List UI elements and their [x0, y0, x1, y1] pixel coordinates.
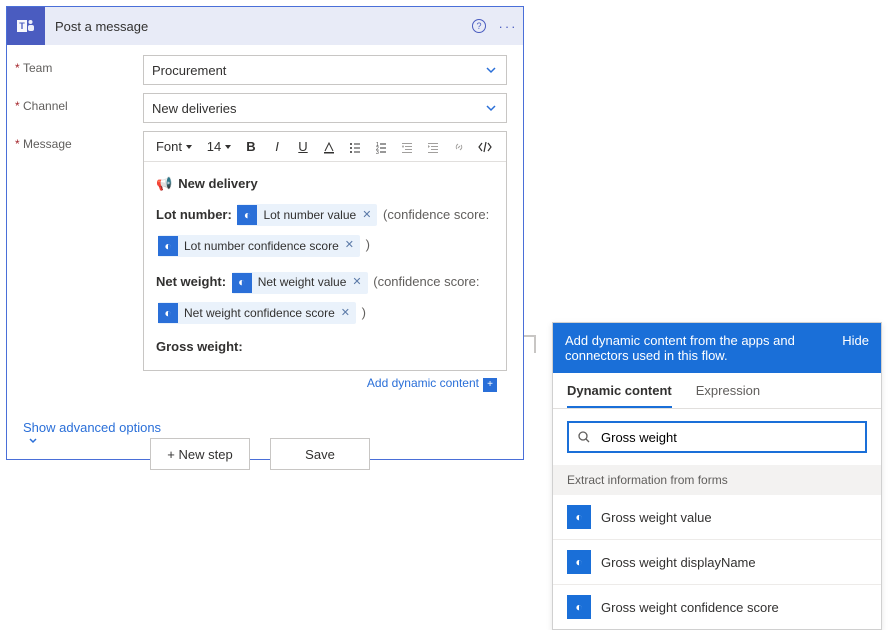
channel-dropdown[interactable]: New deliveries — [143, 93, 507, 123]
ai-builder-icon: ◐ — [158, 303, 178, 323]
message-title: New delivery — [178, 172, 258, 197]
dynamic-item-label: Gross weight confidence score — [601, 600, 779, 615]
token-lot-conf[interactable]: ◐Lot number confidence score✕ — [158, 235, 360, 257]
token-remove-icon[interactable]: ✕ — [345, 235, 354, 256]
token-net-conf[interactable]: ◐Net weight confidence score✕ — [158, 302, 356, 324]
ai-builder-icon: ◐ — [232, 273, 252, 293]
add-dynamic-content-link[interactable]: Add dynamic content+ — [367, 376, 497, 390]
chevron-down-icon — [484, 63, 498, 77]
ai-builder-icon: ◐ — [567, 550, 591, 574]
team-label: Team — [23, 55, 143, 75]
footer-buttons: + New step Save — [150, 438, 370, 470]
bullets-button[interactable] — [344, 136, 366, 158]
conf-text: (confidence score: — [373, 274, 479, 289]
new-step-button[interactable]: + New step — [150, 438, 250, 470]
dynamic-item-label: Gross weight displayName — [601, 555, 756, 570]
lot-label: Lot number: — [156, 207, 232, 222]
indent-button[interactable] — [422, 136, 444, 158]
channel-value: New deliveries — [152, 101, 237, 116]
outdent-button[interactable] — [396, 136, 418, 158]
panel-header: Add dynamic content from the apps and co… — [553, 323, 881, 373]
search-icon — [577, 430, 591, 444]
category-header: Extract information from forms — [553, 465, 881, 495]
italic-button[interactable]: I — [266, 136, 288, 158]
link-button[interactable] — [448, 136, 470, 158]
ai-builder-icon: ◐ — [567, 595, 591, 619]
tab-expression[interactable]: Expression — [696, 383, 760, 408]
message-label: Message — [23, 131, 143, 151]
dynamic-item-label: Gross weight value — [601, 510, 712, 525]
svg-text:?: ? — [476, 21, 481, 31]
hide-link[interactable]: Hide — [842, 333, 869, 363]
chevron-down-icon — [484, 101, 498, 115]
add-dynamic-badge-icon: + — [483, 378, 497, 392]
ai-builder-icon: ◐ — [158, 236, 178, 256]
conf-close: ) — [366, 237, 370, 252]
font-size-select[interactable]: 14 — [204, 136, 236, 158]
connector-line — [534, 335, 536, 353]
channel-label: Channel — [23, 93, 143, 113]
color-button[interactable] — [318, 136, 340, 158]
underline-button[interactable]: U — [292, 136, 314, 158]
font-select[interactable]: Font — [150, 136, 200, 158]
editor-toolbar: Font 14 B I U 123 — [144, 132, 506, 162]
action-card: T Post a message ? ··· Team Procurement … — [6, 6, 524, 460]
tab-dynamic-content[interactable]: Dynamic content — [567, 383, 672, 408]
svg-text:3: 3 — [376, 150, 379, 154]
ai-builder-icon: ◐ — [237, 205, 257, 225]
bold-button[interactable]: B — [240, 136, 262, 158]
megaphone-icon: 📢 — [156, 172, 172, 197]
conf-close: ) — [362, 305, 366, 320]
token-net-value[interactable]: ◐Net weight value✕ — [232, 272, 368, 294]
net-label: Net weight: — [156, 274, 226, 289]
help-icon[interactable]: ? — [471, 18, 493, 34]
search-input[interactable] — [599, 429, 857, 446]
card-title: Post a message — [45, 19, 471, 34]
message-editor: Font 14 B I U 123 📢New deli — [143, 131, 507, 371]
editor-content[interactable]: 📢New delivery Lot number: ◐Lot number va… — [144, 162, 506, 370]
svg-text:T: T — [19, 21, 25, 31]
token-remove-icon[interactable]: ✕ — [362, 205, 371, 226]
token-remove-icon[interactable]: ✕ — [341, 303, 350, 324]
dynamic-item[interactable]: ◐ Gross weight value — [553, 495, 881, 540]
search-box — [567, 421, 867, 453]
team-value: Procurement — [152, 63, 226, 78]
token-remove-icon[interactable]: ✕ — [352, 272, 361, 293]
card-header: T Post a message ? ··· — [7, 7, 523, 45]
team-dropdown[interactable]: Procurement — [143, 55, 507, 85]
dynamic-item[interactable]: ◐ Gross weight displayName — [553, 540, 881, 585]
dynamic-content-panel: Add dynamic content from the apps and co… — [552, 322, 882, 630]
card-body: Team Procurement Channel New deliveries … — [7, 45, 523, 414]
more-icon[interactable]: ··· — [493, 19, 523, 34]
gross-label: Gross weight: — [156, 339, 243, 354]
teams-icon: T — [7, 7, 45, 45]
numbers-button[interactable]: 123 — [370, 136, 392, 158]
save-button[interactable]: Save — [270, 438, 370, 470]
conf-text: (confidence score: — [383, 207, 489, 222]
ai-builder-icon: ◐ — [567, 505, 591, 529]
dynamic-item[interactable]: ◐ Gross weight confidence score — [553, 585, 881, 629]
panel-header-text: Add dynamic content from the apps and co… — [565, 333, 830, 363]
token-lot-value[interactable]: ◐Lot number value✕ — [237, 204, 377, 226]
panel-tabs: Dynamic content Expression — [553, 373, 881, 409]
code-view-button[interactable] — [474, 136, 496, 158]
